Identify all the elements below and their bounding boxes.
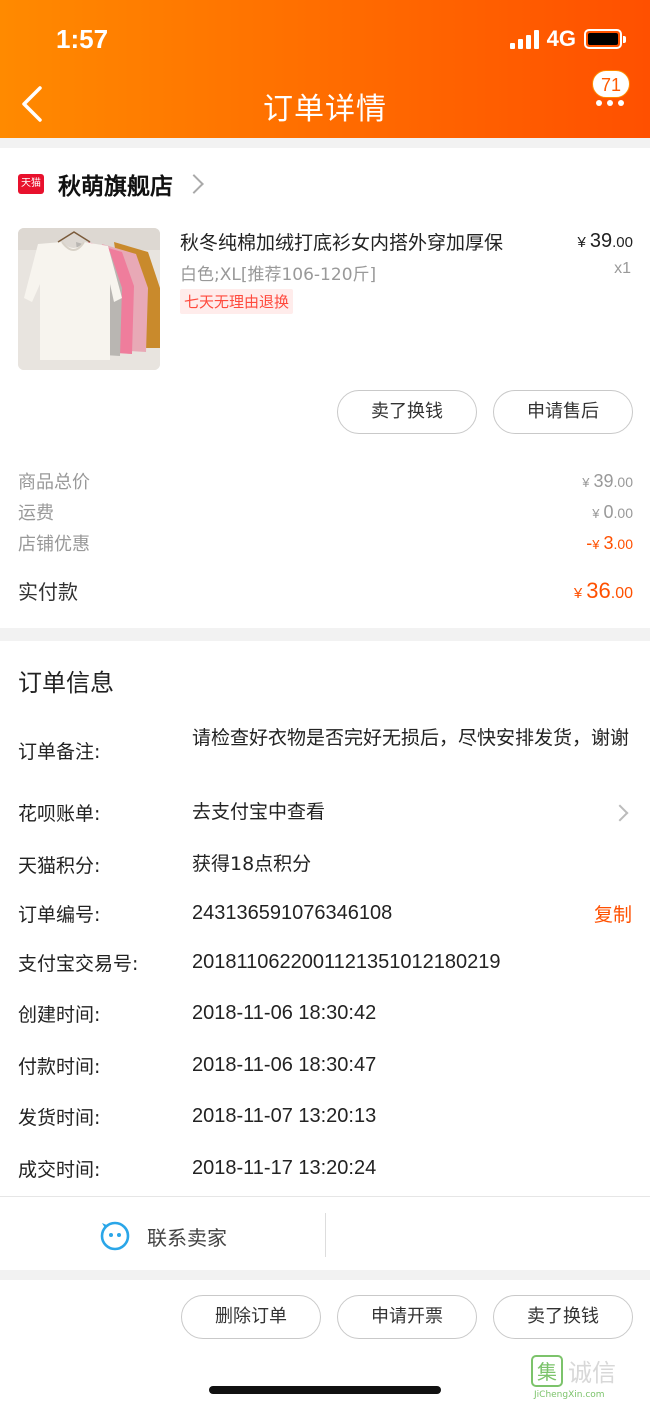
info-value: 243136591076346108 <box>192 902 393 924</box>
copy-button[interactable]: 复制 <box>594 900 632 927</box>
info-value: 获得18点积分 <box>192 853 312 875</box>
info-row-paid: 付款时间: 2018-11-06 18:30:47 <box>18 1052 632 1082</box>
info-label: 订单备注: <box>18 741 101 763</box>
chat-bubble-icon <box>100 1221 130 1251</box>
info-label: 创建时间: <box>18 1004 101 1026</box>
info-row-shipped: 发货时间: 2018-11-07 13:20:13 <box>18 1103 632 1133</box>
message-badge: 71 <box>592 70 630 98</box>
info-row-completed: 成交时间: 2018-11-17 13:20:24 <box>18 1155 632 1185</box>
discount-row: 店铺优惠 -¥ 3.00 <box>18 530 633 556</box>
chevron-right-icon <box>611 804 629 822</box>
shipping-value: ¥0.00 <box>592 501 633 522</box>
header-bar: 1:57 4G 订单详情 71 <box>0 0 650 138</box>
paid-value: ¥36.00 <box>573 577 633 603</box>
info-label: 发货时间: <box>18 1107 101 1129</box>
info-label: 支付宝交易号: <box>18 953 139 975</box>
sell-again-button[interactable]: 卖了换钱 <box>493 1295 633 1339</box>
info-value: 2018-11-06 18:30:47 <box>192 1054 377 1076</box>
network-label: 4G <box>546 26 576 51</box>
info-label: 成交时间: <box>18 1159 101 1181</box>
order-info-title: 订单信息 <box>18 669 114 697</box>
divider <box>325 1213 326 1257</box>
discount-value: -¥ 3.00 <box>586 532 633 553</box>
status-time: 1:57 <box>56 24 109 54</box>
discount-label: 店铺优惠 <box>18 534 90 555</box>
shop-name: 秋萌旗舰店 <box>58 174 173 200</box>
shipping-label: 运费 <box>18 503 54 524</box>
info-row-alipay-trade: 支付宝交易号: 2018110622001121351012180219 <box>18 949 632 979</box>
info-row-created: 创建时间: 2018-11-06 18:30:42 <box>18 1000 632 1030</box>
page-title: 订单详情 <box>263 92 387 127</box>
battery-icon <box>584 29 626 49</box>
return-policy-tag: 七天无理由退换 <box>180 289 294 314</box>
more-menu-button[interactable]: 71 <box>592 70 632 120</box>
info-label: 订单编号: <box>18 904 101 926</box>
contact-seller-label: 联系卖家 <box>147 1225 227 1250</box>
product-quantity: x1 <box>614 260 631 277</box>
after-sale-button[interactable]: 申请售后 <box>493 390 633 434</box>
shipping-row: 运费 ¥0.00 <box>18 499 633 525</box>
info-label: 付款时间: <box>18 1056 101 1078</box>
info-label: 天猫积分: <box>18 855 101 877</box>
info-value: 请检查好衣物是否完好无损后，尽快安排发货，谢谢 <box>192 727 630 749</box>
status-indicators: 4G <box>509 26 626 52</box>
info-value: 2018110622001121351012180219 <box>192 951 501 973</box>
svg-text:诚信: 诚信 <box>568 1359 616 1387</box>
paid-label: 实付款 <box>18 580 78 604</box>
product-image[interactable] <box>18 228 160 370</box>
info-value: 2018-11-06 18:30:42 <box>192 1002 377 1024</box>
info-value: 2018-11-07 13:20:13 <box>192 1105 377 1127</box>
watermark-logo: 集 诚信 JiChengXin.com <box>528 1354 646 1400</box>
svg-text:JiChengXin.com: JiChengXin.com <box>533 1390 605 1400</box>
home-indicator <box>209 1386 441 1394</box>
contact-bar: 联系卖家 <box>0 1196 650 1270</box>
product-price: ¥39.00 <box>577 230 633 252</box>
info-row-note: 订单备注: 请检查好衣物是否完好无损后，尽快安排发货，谢谢 <box>18 725 632 777</box>
info-label: 花呗账单: <box>18 803 101 825</box>
svg-text:集: 集 <box>537 1360 557 1384</box>
shop-link[interactable]: 天猫 秋萌旗舰店 <box>18 168 204 200</box>
paid-row: 实付款 ¥36.00 <box>18 576 633 605</box>
info-value: 去支付宝中查看 <box>192 801 326 823</box>
shop-card: 天猫 秋萌旗舰店 秋冬纯棉加绒打底衫女内搭外穿加厚保 白色;XL[推荐106-1… <box>0 148 650 628</box>
request-invoice-button[interactable]: 申请开票 <box>337 1295 477 1339</box>
tmall-icon: 天猫 <box>18 174 44 194</box>
subtotal-value: ¥39.00 <box>582 470 633 491</box>
info-row-huabei[interactable]: 花呗账单: 去支付宝中查看 <box>18 799 632 829</box>
info-row-order-number: 订单编号: 243136591076346108 复制 <box>18 900 632 930</box>
info-value: 2018-11-17 13:20:24 <box>192 1157 377 1179</box>
product-name[interactable]: 秋冬纯棉加绒打底衫女内搭外穿加厚保 <box>180 228 503 255</box>
product-photo-icon <box>18 228 160 370</box>
subtotal-label: 商品总价 <box>18 472 90 493</box>
signal-icon <box>509 29 539 49</box>
more-dots-icon <box>596 100 624 106</box>
order-info-card: 订单信息 订单备注: 请检查好衣物是否完好无损后，尽快安排发货，谢谢 花呗账单:… <box>0 641 650 1196</box>
info-row-points: 天猫积分: 获得18点积分 <box>18 851 632 881</box>
chevron-right-icon <box>184 174 204 194</box>
subtotal-row: 商品总价 ¥39.00 <box>18 468 633 494</box>
delete-order-button[interactable]: 删除订单 <box>181 1295 321 1339</box>
contact-seller-button[interactable]: 联系卖家 <box>0 1197 326 1275</box>
product-sku: 白色;XL[推荐106-120斤] <box>180 265 377 285</box>
sell-button[interactable]: 卖了换钱 <box>337 390 477 434</box>
